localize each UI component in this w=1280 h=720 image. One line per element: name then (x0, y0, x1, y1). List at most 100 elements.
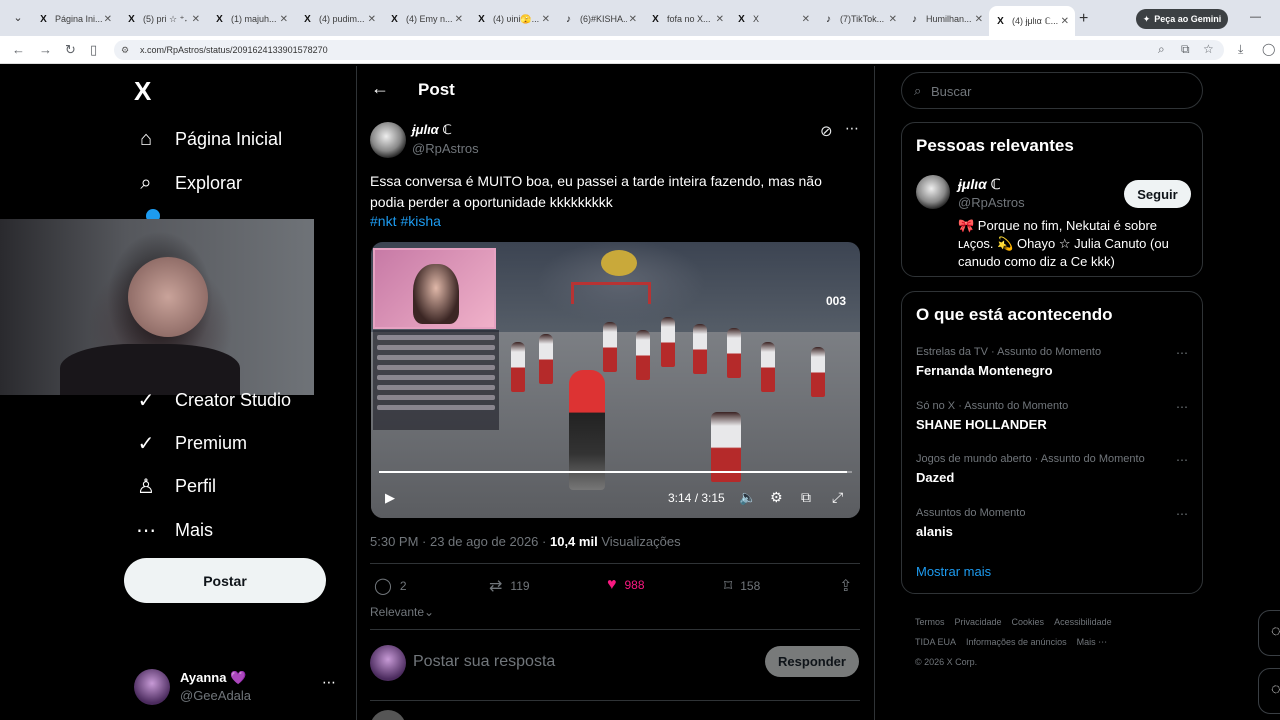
trend-item[interactable]: Assuntos do Momento alanis ⋯ (916, 507, 1192, 539)
divider (370, 629, 860, 630)
new-tab-icon[interactable]: + (1079, 10, 1088, 28)
reply-button[interactable]: ◯ 2 (374, 576, 407, 596)
install-app-icon[interactable]: ⧉ (1181, 42, 1190, 57)
bookmark-star-icon[interactable]: ☆ (1203, 42, 1214, 56)
nav-explore[interactable]: ⌕ Explorar (134, 168, 242, 198)
x-logo-icon[interactable]: X (134, 76, 151, 107)
search-input[interactable]: Buscar (931, 84, 971, 99)
panel-title: O que está acontecendo (916, 305, 1113, 324)
close-tab-icon[interactable]: ✕ (368, 14, 376, 25)
relevant-user-name[interactable]: ɉμlια ℂ (958, 176, 1001, 193)
close-tab-icon[interactable]: ✕ (455, 14, 463, 25)
fullscreen-icon[interactable]: ⤢ (832, 489, 843, 506)
url-field[interactable]: x.com/RpAstros/status/209162413390157827… (114, 40, 1224, 60)
like-button[interactable]: ♥ 988 (607, 576, 645, 594)
gemini-button[interactable]: ✦ Peça ao Gemini (1136, 9, 1228, 29)
grok-icon[interactable]: ⊘ (820, 122, 833, 140)
post-timestamp[interactable]: 5:30 PM · 23 de ago de 2026 · (370, 534, 546, 549)
compose-post-button[interactable]: Postar (124, 558, 326, 603)
avatar[interactable] (916, 175, 950, 209)
reload-icon[interactable]: ↻ (65, 42, 76, 58)
follow-button[interactable]: Seguir (1124, 180, 1191, 208)
nav-creator-studio[interactable]: ✓ Creator Studio (134, 385, 291, 415)
trend-item[interactable]: Jogos de mundo aberto · Assunto do Momen… (916, 453, 1192, 485)
hashtag-link[interactable]: #nkt (370, 213, 396, 229)
video-progress-fill (379, 471, 848, 473)
hashtag-link[interactable]: #kisha (400, 213, 440, 229)
trend-item[interactable]: Estrelas da TV · Assunto do Momento Ferna… (916, 346, 1192, 378)
more-icon[interactable]: ⋯ (1176, 400, 1188, 414)
author-name[interactable]: ɉμlια ℂ (412, 122, 452, 138)
nav-premium[interactable]: ✓ Premium (134, 428, 247, 458)
bookmark-button[interactable]: ⌑ 158 (724, 576, 760, 596)
browser-tab[interactable]: ♪ (6)#KISHA... ✕ (557, 8, 643, 30)
picture-in-picture-icon[interactable]: ⧉ (801, 489, 811, 506)
close-tab-icon[interactable]: ✕ (975, 14, 983, 25)
author-handle[interactable]: @RpAstros (412, 141, 479, 156)
back-arrow-icon[interactable]: ← (12, 42, 25, 57)
close-tab-icon[interactable]: ✕ (889, 14, 897, 25)
more-icon[interactable]: ⋯ (1176, 453, 1188, 467)
nav-home[interactable]: ⌂ Página Inicial (134, 124, 282, 154)
browser-tab[interactable]: Xfofa no X... ✕ (644, 8, 730, 30)
footer-link[interactable]: TIDA EUA (915, 637, 956, 647)
more-icon[interactable]: ⋯ (845, 120, 859, 137)
settings-gear-icon[interactable]: ⚙ (770, 489, 783, 506)
show-more-link[interactable]: Mostrar mais (916, 564, 991, 579)
browser-tab-active[interactable]: X (4) ɉμlια ℂ... ✕ (989, 6, 1075, 36)
back-arrow-icon[interactable]: ← (371, 78, 389, 99)
browser-tab[interactable]: X (4) ʋini🫣... ✕ (470, 8, 556, 30)
close-tab-icon[interactable]: ✕ (629, 14, 637, 25)
close-tab-icon[interactable]: ✕ (542, 14, 550, 25)
relevant-user-handle[interactable]: @RpAstros (958, 195, 1025, 210)
close-tab-icon[interactable]: ✕ (1061, 16, 1069, 27)
reply-sort-dropdown[interactable]: Relevante⌄ (370, 605, 434, 619)
account-switcher[interactable]: Ayanna 💜 @GeeAdala ⋯ (134, 668, 344, 706)
avatar[interactable] (370, 122, 406, 158)
close-tab-icon[interactable]: ✕ (192, 14, 200, 25)
reply-input[interactable]: Postar sua resposta (413, 653, 555, 671)
browser-tab[interactable]: ♪ Humilhan... ✕ (903, 8, 989, 30)
repost-button[interactable]: ⇄ 119 (489, 576, 530, 596)
nav-profile[interactable]: ♙ Perfil (134, 471, 216, 501)
browser-tab[interactable]: X (5) pri ☆ ⁺˖ ...✕ (120, 8, 206, 30)
site-info-icon[interactable]: ⚙ (121, 45, 129, 56)
messages-floating-icon[interactable]: ◌ (1258, 668, 1280, 714)
close-tab-icon[interactable]: ✕ (716, 14, 724, 25)
footer-link[interactable]: Mais ⋯ (1077, 637, 1108, 647)
volume-icon[interactable]: 🔈 (739, 489, 756, 506)
footer-link[interactable]: Privacidade (955, 617, 1002, 627)
reply-submit-button[interactable]: Responder (765, 646, 859, 677)
download-icon[interactable]: ⤓ (1238, 42, 1243, 57)
share-button[interactable]: ⇪ (839, 576, 860, 596)
close-tab-icon[interactable]: ✕ (280, 14, 288, 25)
zoom-icon[interactable]: ⌕ (1158, 42, 1165, 57)
video-player[interactable]: 003 ▶ 3:14 / 3:15 🔈 ⚙ ⧉ ⤢ (371, 242, 860, 518)
grok-floating-icon[interactable]: ◌ (1258, 610, 1280, 656)
play-icon[interactable]: ▶ (385, 490, 395, 506)
footer-link[interactable]: Acessibilidade (1054, 617, 1112, 627)
browser-tab[interactable]: X (4) pudim... ✕ (296, 8, 382, 30)
browser-tab[interactable]: X Página Ini... ✕ (32, 8, 118, 30)
browser-tab[interactable]: ♪ (7)TikTok... ✕ (817, 8, 903, 30)
forward-arrow-icon[interactable]: → (39, 42, 52, 57)
footer-link[interactable]: Termos (915, 617, 945, 627)
more-icon[interactable]: ⋯ (1176, 507, 1188, 521)
profile-icon[interactable]: ◯ (1262, 42, 1275, 56)
search-box[interactable]: ⌕ Buscar (901, 72, 1203, 109)
trend-item[interactable]: Só no X · Assunto do Momento SHANE HOLLAN… (916, 400, 1192, 432)
footer-link[interactable]: Informações de anúncios (966, 637, 1067, 647)
side-panel-icon[interactable]: ▯ (90, 42, 97, 58)
more-icon[interactable]: ⋯ (1176, 346, 1188, 360)
browser-tab[interactable]: X (1) majuh... ✕ (208, 8, 294, 30)
nav-more[interactable]: ⋯ Mais (134, 515, 213, 545)
tab-search-icon[interactable]: ⌄ (10, 10, 26, 26)
video-progress-bar[interactable] (379, 471, 852, 473)
close-tab-icon[interactable]: ✕ (802, 14, 810, 25)
footer-link[interactable]: Cookies (1012, 617, 1045, 627)
minimize-window-icon[interactable]: — (1250, 11, 1261, 23)
browser-tab[interactable]: X (4) Emy n... ✕ (383, 8, 469, 30)
browser-tab[interactable]: X X ✕ (730, 8, 816, 30)
close-tab-icon[interactable]: ✕ (104, 14, 112, 25)
more-icon[interactable]: ⋯ (322, 674, 336, 691)
